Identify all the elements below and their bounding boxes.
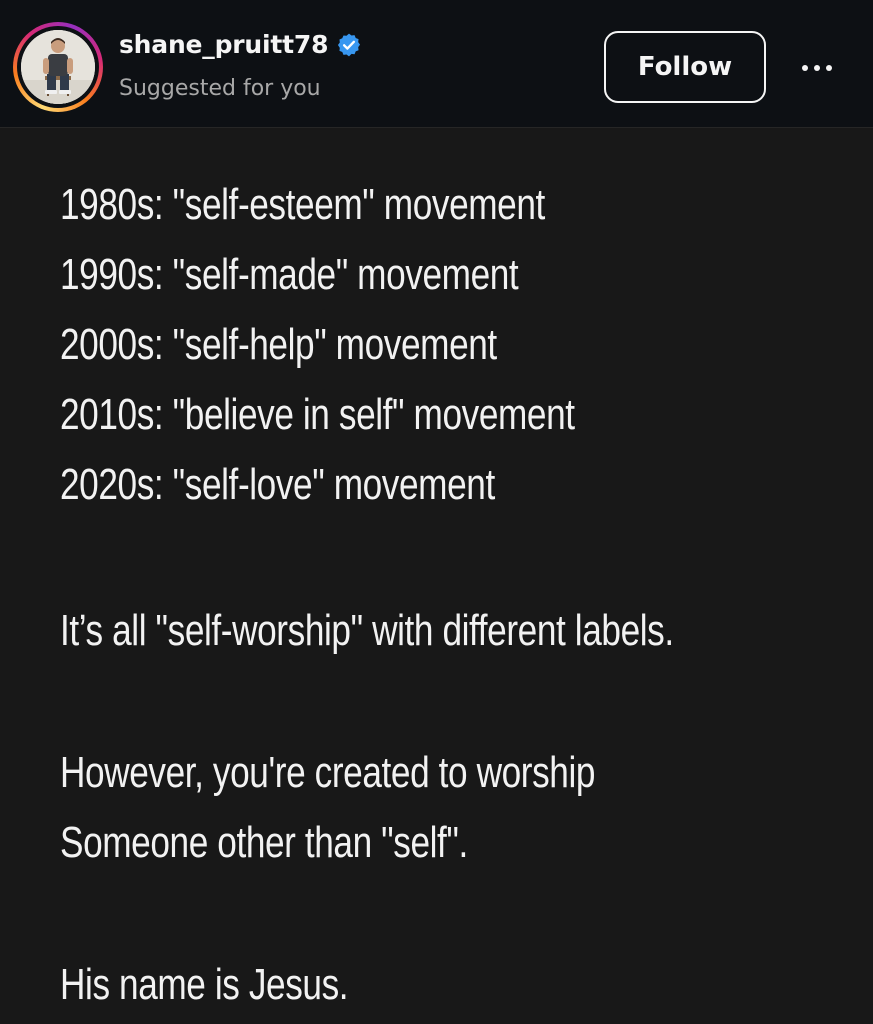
post-text-line: 2020s: "self-love" movement bbox=[60, 460, 495, 509]
post-image: 1980s: "self-esteem" movement 1990s: "se… bbox=[0, 128, 873, 1024]
post-text-line: Someone other than "self". bbox=[60, 818, 468, 867]
story-ring[interactable] bbox=[13, 22, 103, 112]
verified-badge-icon bbox=[338, 33, 361, 56]
suggested-label: Suggested for you bbox=[119, 76, 321, 101]
avatar[interactable] bbox=[21, 30, 95, 104]
post-text-line: However, you're created to worship bbox=[60, 748, 596, 797]
follow-button[interactable]: Follow bbox=[604, 31, 766, 103]
username[interactable]: shane_pruitt78 bbox=[119, 30, 328, 59]
post-text-line: 1990s: "self-made" movement bbox=[60, 250, 519, 299]
post-text-line: 1980s: "self-esteem" movement bbox=[60, 180, 545, 229]
post-text-line: 2000s: "self-help" movement bbox=[60, 320, 497, 369]
avatar-photo bbox=[21, 30, 95, 104]
post-text-line: 2010s: "believe in self" movement bbox=[60, 390, 575, 439]
post-header: shane_pruitt78 Suggested for you Follow bbox=[0, 0, 873, 128]
author-row: shane_pruitt78 bbox=[119, 30, 362, 59]
post-text-line: His name is Jesus. bbox=[60, 960, 349, 1009]
post-text-line: It’s all "self-worship" with different l… bbox=[60, 606, 674, 655]
more-options-icon[interactable] bbox=[791, 50, 843, 86]
